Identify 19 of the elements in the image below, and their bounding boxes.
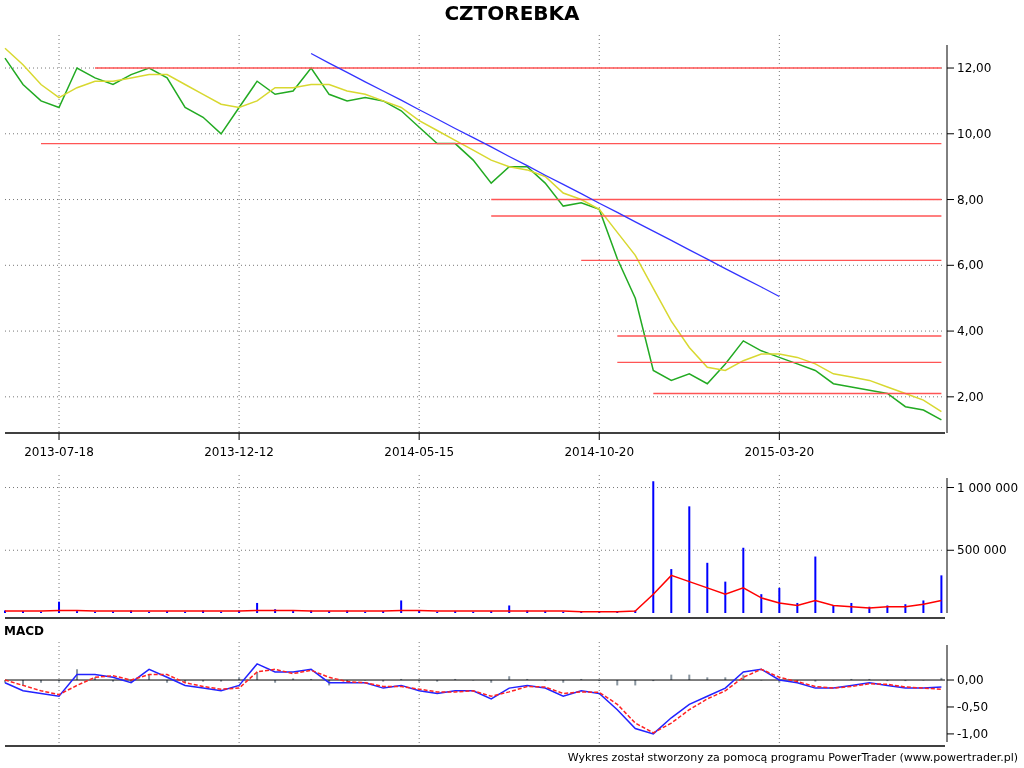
axis-label: -0,50: [957, 699, 989, 714]
axis-label: 2014-10-20: [564, 445, 635, 459]
axis-label: 2013-07-18: [24, 445, 94, 459]
axis-label: 10,00: [957, 126, 992, 141]
axis-label: 8,00: [957, 192, 984, 207]
axis-label: 2015-03-20: [744, 445, 815, 459]
axis-label: 0,00: [957, 673, 984, 688]
panel-title: MACD: [3, 623, 45, 640]
footer-text: Wykres został stworzony za pomocą programu PowerTrader (www.powertrader.pl): [567, 751, 1018, 764]
axis-label: 2,00: [957, 389, 984, 404]
axis-label: 1 000 000: [957, 480, 1019, 495]
axis-label: 6,00: [957, 258, 984, 273]
axis-label: 500 000: [957, 543, 1007, 558]
axis-label: 12,00: [957, 61, 992, 75]
axis-label: 2013-12-12: [204, 445, 274, 459]
chart-title: CZTOREBKA: [443, 0, 581, 27]
axis-label: 2014-05-15: [384, 445, 455, 459]
axis-label: -1,00: [957, 726, 989, 741]
axis-label: 4,00: [957, 324, 984, 339]
